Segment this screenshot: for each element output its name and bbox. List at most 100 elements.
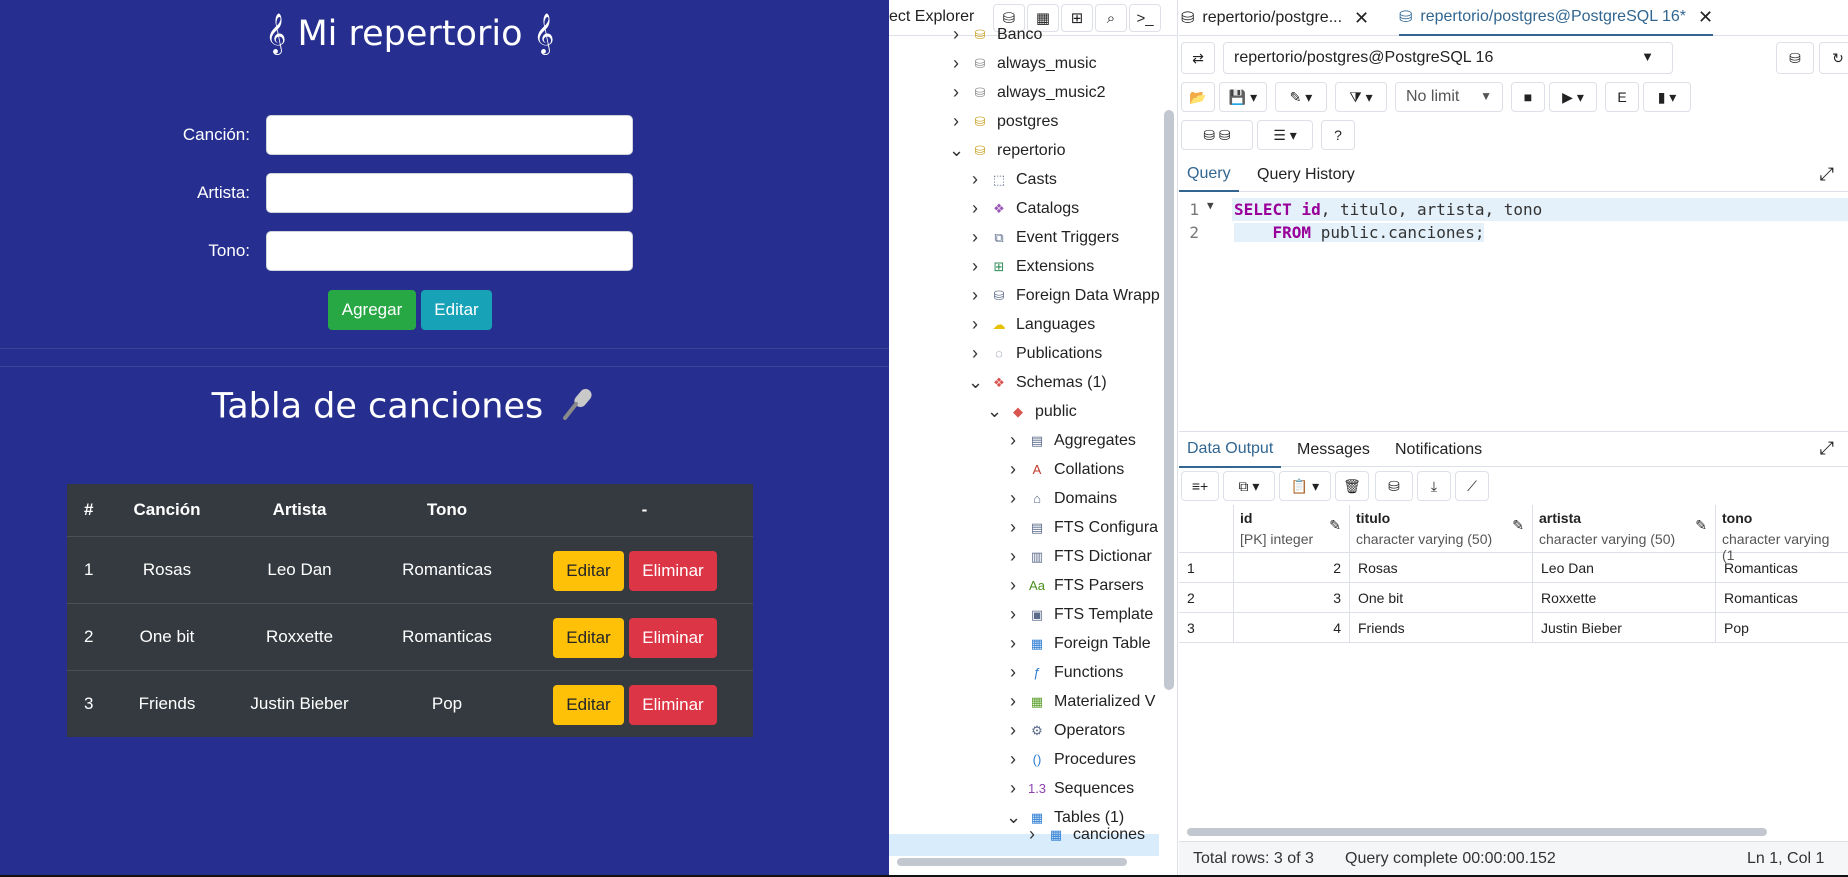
add-button[interactable]: Agregar — [328, 290, 416, 330]
chevron-right-icon[interactable]: › — [1006, 604, 1020, 625]
tree-item-sequences[interactable]: › 1.3 Sequences — [1006, 774, 1134, 803]
chevron-right-icon[interactable]: › — [1006, 720, 1020, 741]
save-data-icon[interactable]: ⛁ — [1375, 471, 1413, 501]
tree-item-repertorio[interactable]: ⌄ ⛁ repertorio — [949, 136, 1065, 165]
tab-messages[interactable]: Messages — [1289, 432, 1378, 468]
add-row-icon[interactable]: ≡+ — [1181, 471, 1219, 501]
close-icon[interactable]: ✕ — [1698, 7, 1713, 28]
row-delete-button[interactable]: Eliminar — [629, 551, 717, 591]
pencil-icon[interactable]: ✎ — [1695, 517, 1707, 534]
chevron-right-icon[interactable]: › — [1006, 778, 1020, 799]
chevron-right-icon[interactable]: › — [968, 169, 982, 190]
view-data-icon[interactable]: ⊞ — [1061, 4, 1093, 32]
tree-item-foreign-data-wrapp[interactable]: › ⛁ Foreign Data Wrapp — [968, 281, 1160, 310]
chevron-right-icon[interactable]: › — [968, 343, 982, 364]
chevron-down-icon[interactable]: ⌄ — [1006, 807, 1021, 828]
edit-icon[interactable]: ✎ ▾ — [1275, 82, 1327, 112]
tree-item-functions[interactable]: › ƒ Functions — [1006, 658, 1123, 687]
edit-button[interactable]: Editar — [421, 290, 492, 330]
chevron-right-icon[interactable]: › — [949, 82, 963, 103]
grid-cell-artista[interactable]: Roxxette — [1533, 583, 1716, 613]
tree-item-always-music[interactable]: › ⛁ always_music — [949, 49, 1097, 78]
row-delete-button[interactable]: Eliminar — [629, 685, 717, 725]
tree-item-domains[interactable]: › ⌂ Domains — [1006, 484, 1117, 513]
chevron-right-icon[interactable]: › — [949, 24, 963, 45]
search-icon[interactable]: ⌕ — [1095, 4, 1127, 32]
tab-query-history[interactable]: Query History — [1249, 158, 1363, 192]
tree-item-casts[interactable]: › ⬚ Casts — [968, 165, 1057, 194]
grid-cell-titulo[interactable]: One bit — [1350, 583, 1533, 613]
connection-status-icon[interactable]: ⇄ — [1181, 42, 1215, 74]
tree-item-event-triggers[interactable]: › ⧉ Event Triggers — [968, 223, 1119, 252]
explain-analyze-icon[interactable]: ▮ ▾ — [1643, 82, 1691, 112]
delete-icon[interactable]: 🗑 — [1335, 471, 1369, 501]
tree-item-always-music2[interactable]: › ⛁ always_music2 — [949, 78, 1105, 107]
tree-scrollbar[interactable] — [1164, 110, 1174, 690]
grid-cell-id[interactable]: 4 — [1234, 613, 1350, 643]
row-delete-button[interactable]: Eliminar — [629, 618, 717, 658]
expand-icon[interactable]: ⤢ — [1820, 438, 1834, 459]
grid-cell-titulo[interactable]: Rosas — [1350, 553, 1533, 583]
chevron-right-icon[interactable]: › — [968, 227, 982, 248]
fold-chevron-icon[interactable]: ▼ — [1207, 199, 1214, 212]
tree-horizontal-scrollbar[interactable] — [897, 858, 1127, 866]
chevron-right-icon[interactable]: › — [968, 285, 982, 306]
grid-cell-tono[interactable]: Romanticas — [1716, 583, 1848, 613]
close-icon[interactable]: ✕ — [1354, 8, 1369, 29]
tree-item-aggregates[interactable]: › ▤ Aggregates — [1006, 426, 1136, 455]
grid-cell-artista[interactable]: Justin Bieber — [1533, 613, 1716, 643]
row-edit-button[interactable]: Editar — [553, 618, 624, 658]
artist-input[interactable] — [266, 173, 633, 213]
row-edit-button[interactable]: Editar — [553, 685, 624, 725]
grid-cell-n[interactable]: 3 — [1179, 613, 1234, 643]
chevron-right-icon[interactable]: › — [949, 53, 963, 74]
tree-item-banco[interactable]: › ⛁ Banco — [949, 20, 1042, 49]
chevron-down-icon[interactable]: ⌄ — [987, 401, 1002, 422]
tree-item-foreign-table[interactable]: › ▦ Foreign Table — [1006, 629, 1151, 658]
filter-icon[interactable]: ⧩ ▾ — [1335, 82, 1387, 112]
tree-item-public[interactable]: ⌄ ◆ public — [987, 397, 1077, 426]
chevron-right-icon[interactable]: › — [1006, 459, 1020, 480]
graph-icon[interactable]: ⟋ — [1455, 471, 1489, 501]
save-icon[interactable]: 💾 ▾ — [1219, 82, 1267, 112]
tone-input[interactable] — [266, 231, 633, 271]
grid-cell-tono[interactable]: Pop — [1716, 613, 1848, 643]
help-icon[interactable]: ? — [1321, 120, 1355, 150]
tree-item-fts-parsers[interactable]: › Aa FTS Parsers — [1006, 571, 1144, 600]
tab-repertorio-2[interactable]: ⛁ repertorio/postgres@PostgreSQL 16* ✕ — [1399, 0, 1714, 36]
panel-divider[interactable] — [1177, 0, 1178, 877]
execute-icon[interactable]: ▶ ▾ — [1549, 82, 1597, 112]
tree-item-extensions[interactable]: › ⊞ Extensions — [968, 252, 1094, 281]
column-header-tono[interactable]: tono character varying (1 — [1716, 505, 1848, 563]
chevron-right-icon[interactable]: › — [968, 256, 982, 277]
tab-query[interactable]: Query — [1179, 158, 1239, 192]
tree-item-catalogs[interactable]: › ❖ Catalogs — [968, 194, 1079, 223]
grid-cell-tono[interactable]: Romanticas — [1716, 553, 1848, 583]
limit-select[interactable]: No limit ▼ — [1395, 82, 1503, 112]
tree-item-canciones[interactable]: › ▦ canciones — [1025, 820, 1145, 849]
chevron-right-icon[interactable]: › — [1006, 691, 1020, 712]
commit-rollback-icon[interactable]: ⛁ ⛁ — [1181, 120, 1253, 150]
grid-cell-artista[interactable]: Leo Dan — [1533, 553, 1716, 583]
tree-item-fts-template[interactable]: › ▣ FTS Template — [1006, 600, 1153, 629]
tree-item-fts-configura[interactable]: › ▤ FTS Configura — [1006, 513, 1158, 542]
chevron-down-icon[interactable]: ⌄ — [968, 372, 983, 393]
tree-item-publications[interactable]: › ◌ Publications — [968, 339, 1102, 368]
tab-data-output[interactable]: Data Output — [1179, 432, 1282, 468]
grid-cell-titulo[interactable]: Friends — [1350, 613, 1533, 643]
open-file-icon[interactable]: 📂 — [1181, 82, 1215, 112]
paste-icon[interactable]: 📋 ▾ — [1279, 471, 1331, 501]
chevron-right-icon[interactable]: › — [1006, 488, 1020, 509]
chevron-right-icon[interactable]: › — [1006, 633, 1020, 654]
tree-item-postgres[interactable]: › ⛁ postgres — [949, 107, 1058, 136]
expand-icon[interactable]: ⤢ — [1820, 164, 1834, 185]
grid-cell-id[interactable]: 3 — [1234, 583, 1350, 613]
chevron-right-icon[interactable]: › — [1006, 575, 1020, 596]
chevron-right-icon[interactable]: › — [1006, 546, 1020, 567]
explain-icon[interactable]: E — [1605, 82, 1639, 112]
tree-item-fts-dictionar[interactable]: › ▥ FTS Dictionar — [1006, 542, 1152, 571]
download-icon[interactable]: ⤓ — [1417, 471, 1451, 501]
tree-item-materialized-v[interactable]: › ▦ Materialized V — [1006, 687, 1155, 716]
chevron-right-icon[interactable]: › — [1025, 824, 1039, 845]
grid-cell-id[interactable]: 2 — [1234, 553, 1350, 583]
